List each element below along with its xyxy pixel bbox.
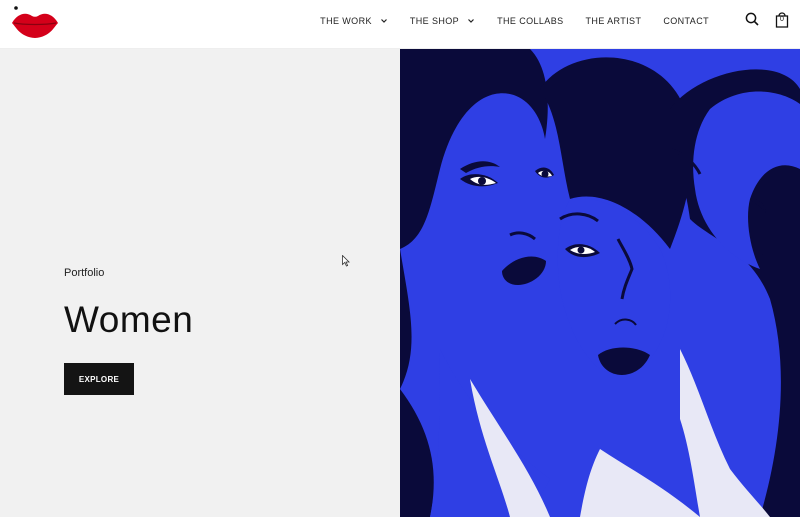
site-header: THE WORK THE SHOP THE COLLABS THE ARTIST… xyxy=(0,0,800,49)
nav-item-the-work[interactable]: THE WORK xyxy=(309,16,399,26)
nav-item-the-artist[interactable]: THE ARTIST xyxy=(575,16,653,26)
nav-item-the-shop[interactable]: THE SHOP xyxy=(399,16,486,26)
lips-logo[interactable] xyxy=(10,5,60,41)
header-icons: 0 xyxy=(744,10,790,28)
nav-item-label: THE WORK xyxy=(320,16,372,26)
nav-item-label: CONTACT xyxy=(663,16,709,26)
nav-item-the-collabs[interactable]: THE COLLABS xyxy=(486,16,574,26)
nav-item-contact[interactable]: CONTACT xyxy=(652,16,720,26)
nav-item-label: THE ARTIST xyxy=(585,16,642,26)
chevron-down-icon xyxy=(380,19,387,23)
nav-item-label: THE SHOP xyxy=(409,16,460,26)
explore-button[interactable]: EXPLORE xyxy=(64,363,134,395)
mouse-cursor-icon xyxy=(342,255,350,267)
hero-eyebrow: Portfolio xyxy=(64,267,105,279)
women-illustration xyxy=(400,49,800,517)
hero-section: Portfolio Women EXPLORE xyxy=(0,49,800,517)
hero-text-panel: Portfolio Women EXPLORE xyxy=(0,49,400,517)
search-button[interactable] xyxy=(744,10,760,28)
hero-artwork[interactable] xyxy=(400,49,800,517)
cart-count-badge: 0 xyxy=(780,16,784,23)
search-icon xyxy=(745,12,759,26)
logo-dot xyxy=(14,6,18,10)
main-nav: THE WORK THE SHOP THE COLLABS THE ARTIST… xyxy=(309,0,720,42)
hero-title: Women xyxy=(64,299,194,340)
chevron-down-icon xyxy=(468,19,475,23)
nav-item-label: THE COLLABS xyxy=(497,16,564,26)
cart-button[interactable]: 0 xyxy=(774,10,790,28)
